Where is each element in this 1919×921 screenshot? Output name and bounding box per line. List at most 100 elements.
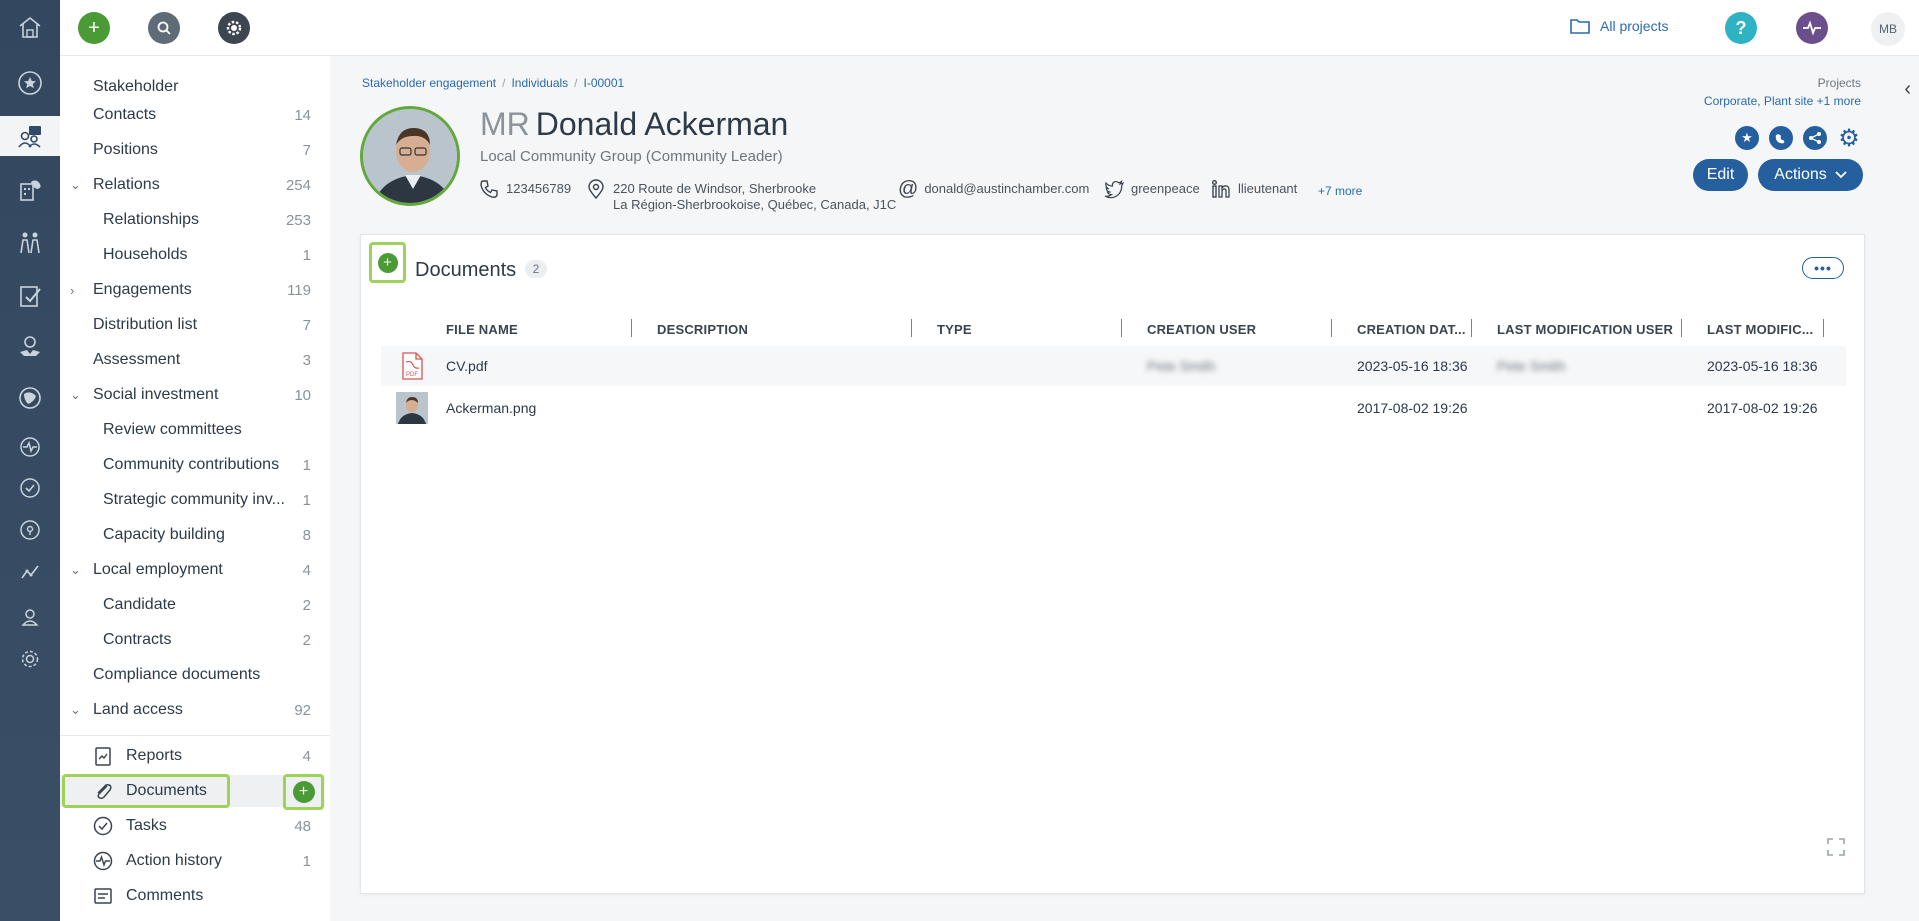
- sidebar-item-action-history[interactable]: Action history 1: [60, 845, 325, 877]
- phone-contact[interactable]: 123456789: [478, 178, 571, 200]
- map-pin-icon[interactable]: [0, 510, 60, 550]
- sidebar-item-assessment[interactable]: Assessment 3: [60, 344, 325, 376]
- chevron-right-icon[interactable]: ›: [70, 283, 74, 298]
- file-name-cell[interactable]: CV.pdf: [446, 358, 488, 374]
- chevron-down-icon[interactable]: ⌄: [70, 702, 81, 718]
- chevron-down-icon[interactable]: ⌄: [70, 387, 81, 403]
- add-document-button[interactable]: +: [369, 242, 406, 283]
- more-contacts-link[interactable]: +7 more: [1318, 184, 1362, 198]
- phone-icon: [480, 180, 498, 198]
- user-avatar[interactable]: MB: [1871, 12, 1905, 46]
- twitter-contact[interactable]: greenpeace: [1103, 178, 1200, 200]
- favorites-icon[interactable]: [0, 63, 60, 103]
- sidebar-item-social-investment[interactable]: ⌄ Social investment 10: [60, 379, 325, 411]
- column-resizer[interactable]: [631, 319, 632, 337]
- all-projects-label: All projects: [1600, 18, 1669, 34]
- sidebar-item-households[interactable]: Households 1: [60, 239, 325, 271]
- sidebar-item-land-access[interactable]: ⌄ Land access 92: [60, 694, 325, 726]
- sidebar-item-capacity-building[interactable]: Capacity building 8: [60, 519, 325, 551]
- sidebar-item-comments[interactable]: Comments: [60, 880, 325, 912]
- fullscreen-icon[interactable]: [1826, 837, 1846, 857]
- user-icon[interactable]: [0, 597, 60, 637]
- chevron-down-icon: [1835, 171, 1847, 179]
- sidebar-item-tasks[interactable]: Tasks 48: [60, 810, 325, 842]
- help-icon[interactable]: ?: [1725, 12, 1757, 44]
- sidebar-item-contracts[interactable]: Contracts 2: [60, 624, 325, 656]
- column-header-type[interactable]: TYPE: [937, 322, 972, 337]
- actions-button[interactable]: Actions: [1758, 159, 1863, 191]
- sidebar-item-engagements[interactable]: › Engagements 119: [60, 274, 325, 306]
- location-pin-icon: [588, 179, 604, 200]
- chevron-down-icon[interactable]: ⌄: [70, 562, 81, 578]
- compliance-module-icon[interactable]: [0, 276, 60, 316]
- breadcrumb-item[interactable]: I-00001: [584, 76, 625, 90]
- home-icon[interactable]: [0, 7, 60, 47]
- table-row[interactable]: PDF CV.pdf Pete Smith 2023-05-16 18:36 P…: [381, 346, 1846, 386]
- search-icon[interactable]: [148, 12, 180, 44]
- stakeholder-module-icon[interactable]: [0, 116, 60, 156]
- sidebar-item-reports[interactable]: Reports 4: [60, 740, 325, 772]
- column-header-creation-user[interactable]: CREATION USER: [1147, 322, 1256, 337]
- sidebar-item-community-contributions[interactable]: Community contributions 1: [60, 449, 325, 481]
- land-module-icon[interactable]: [0, 170, 60, 210]
- table-row[interactable]: Ackerman.png 2017-08-02 19:26 2017-08-02…: [381, 388, 1846, 428]
- sidebar-item-review-committees[interactable]: Review committees: [60, 414, 325, 446]
- column-resizer[interactable]: [1471, 319, 1472, 337]
- modification-date-cell: 2023-05-16 18:36: [1707, 358, 1818, 374]
- sidebar-item-positions[interactable]: Positions 7: [60, 134, 325, 166]
- gear-icon[interactable]: ⚙: [1837, 125, 1861, 152]
- projects-value[interactable]: Corporate, Plant site: [1704, 94, 1813, 108]
- creation-user-cell: Pete Smith: [1147, 358, 1216, 374]
- column-resizer[interactable]: [1121, 319, 1122, 337]
- column-header-creation-date[interactable]: CREATION DAT...: [1357, 322, 1466, 337]
- column-header-file-name[interactable]: FILE NAME: [446, 322, 518, 337]
- column-resizer[interactable]: [1331, 319, 1332, 337]
- activity-icon[interactable]: [0, 427, 60, 467]
- all-projects-link[interactable]: All projects: [1570, 18, 1668, 34]
- sidebar-item-strategic-community-investment[interactable]: Strategic community inv... 1: [60, 484, 325, 516]
- edit-button[interactable]: Edit: [1693, 159, 1748, 191]
- collapse-panel-icon[interactable]: ‹: [1904, 78, 1911, 101]
- share-icon[interactable]: [1803, 126, 1827, 150]
- sidebar-divider: [60, 735, 330, 736]
- linkedin-contact[interactable]: llieutenant: [1210, 178, 1297, 200]
- sidebar-add-document-button[interactable]: +: [283, 774, 324, 810]
- address-contact[interactable]: 220 Route de Windsor, Sherbrooke La Régi…: [585, 178, 896, 213]
- twitter-icon: [1104, 180, 1124, 199]
- column-resizer[interactable]: [911, 319, 912, 337]
- column-resizer[interactable]: [1681, 319, 1682, 337]
- sidebar-item-contacts[interactable]: Contacts 14: [60, 99, 325, 131]
- activity-pulse-icon[interactable]: [1796, 12, 1828, 44]
- email-contact[interactable]: @ donald@austinchamber.com: [898, 178, 1089, 200]
- gear-icon[interactable]: [218, 12, 250, 44]
- breadcrumb-item[interactable]: Stakeholder engagement: [362, 76, 496, 90]
- projects-more-link[interactable]: +1 more: [1817, 94, 1861, 108]
- add-icon[interactable]: +: [78, 12, 110, 44]
- documents-count-badge: 2: [525, 260, 547, 278]
- sidebar-item-relationships[interactable]: Relationships 253: [60, 204, 325, 236]
- column-header-last-modification-date[interactable]: LAST MODIFIC...: [1707, 322, 1813, 337]
- sidebar-item-relations[interactable]: ⌄ Relations 254: [60, 169, 325, 201]
- community-module-icon[interactable]: [0, 222, 60, 262]
- more-options-button[interactable]: •••: [1802, 257, 1844, 279]
- breadcrumb-item[interactable]: Individuals: [511, 76, 568, 90]
- column-resizer[interactable]: [1823, 319, 1824, 337]
- chevron-down-icon[interactable]: ⌄: [70, 177, 81, 193]
- sidebar-item-candidate[interactable]: Candidate 2: [60, 589, 325, 621]
- tasks-icon[interactable]: [0, 468, 60, 508]
- sidebar-item-distribution-list[interactable]: Distribution list 7: [60, 309, 325, 341]
- sidebar-item-compliance-documents[interactable]: Compliance documents: [60, 659, 325, 691]
- star-icon[interactable]: ★: [1735, 126, 1759, 150]
- file-name-cell[interactable]: Ackerman.png: [446, 400, 536, 416]
- environment-module-icon[interactable]: [0, 378, 60, 418]
- globe-icon[interactable]: [1769, 126, 1793, 150]
- modification-date-cell: 2017-08-02 19:26: [1707, 400, 1818, 416]
- pulse-icon: [93, 851, 113, 871]
- analytics-icon[interactable]: [0, 552, 60, 592]
- sidebar-item-local-employment[interactable]: ⌄ Local employment 4: [60, 554, 325, 586]
- grievance-module-icon[interactable]: [0, 326, 60, 366]
- column-header-last-modification-user[interactable]: LAST MODIFICATION USER: [1497, 322, 1673, 337]
- pdf-file-icon: PDF: [399, 352, 425, 380]
- column-header-description[interactable]: DESCRIPTION: [657, 322, 748, 337]
- settings-icon[interactable]: [0, 639, 60, 679]
